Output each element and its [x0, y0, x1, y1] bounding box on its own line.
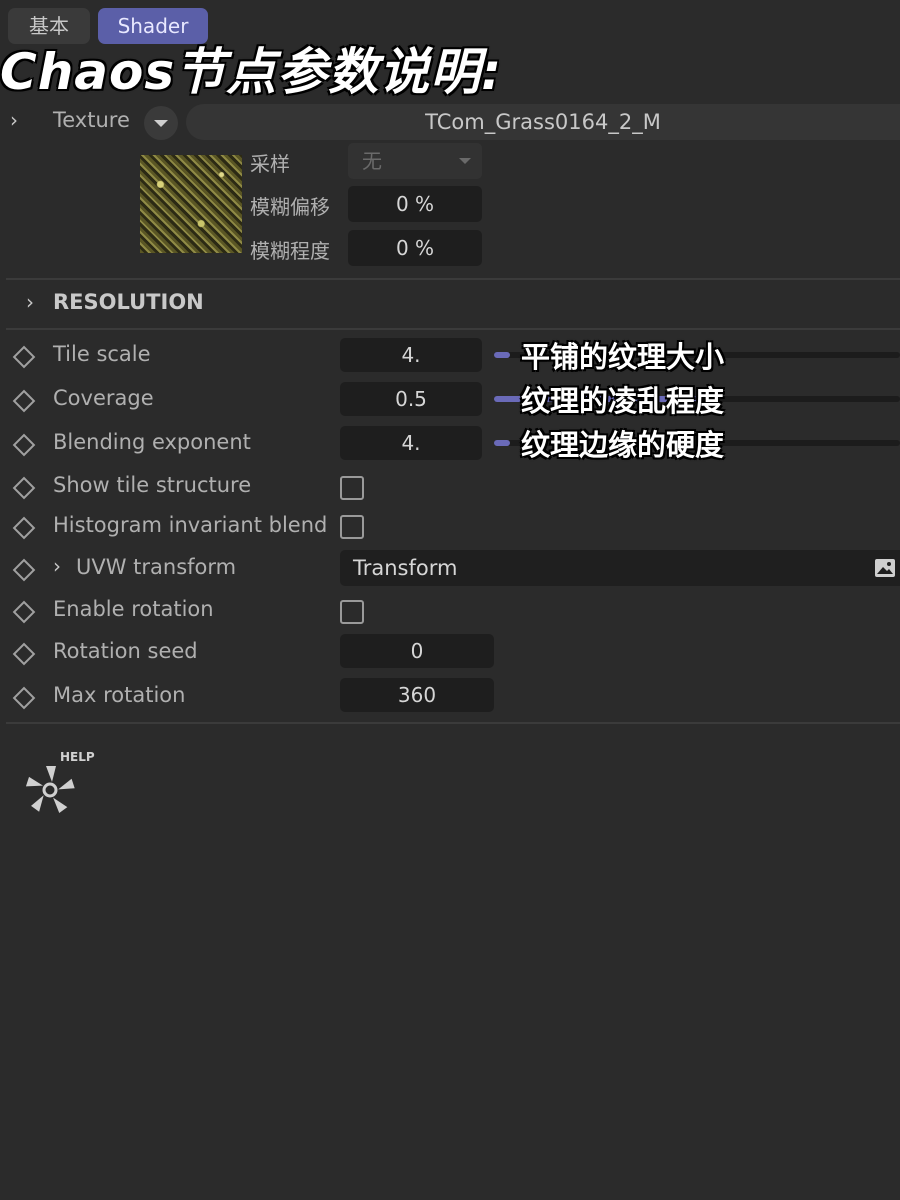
chevron-down-icon: [459, 158, 471, 164]
uvw-transform-label: UVW transform: [76, 555, 237, 579]
rotation-seed-field[interactable]: 0: [340, 634, 494, 668]
blending-exponent-slider-fill: [494, 440, 511, 446]
keyframe-diamond-icon[interactable]: [12, 558, 36, 582]
blur-amount-field[interactable]: 0 %: [348, 230, 482, 266]
sampling-label: 采样: [250, 152, 290, 176]
texture-name-field[interactable]: TCom_Grass0164_2_M: [186, 104, 900, 140]
blur-offset-label: 模糊偏移: [250, 195, 330, 219]
enable-rotation-checkbox[interactable]: [340, 600, 364, 624]
enable-rotation-label: Enable rotation: [53, 597, 214, 621]
help-button[interactable]: HELP: [20, 750, 110, 822]
chevron-down-icon: [154, 120, 168, 127]
resolution-section-label[interactable]: RESOLUTION: [53, 290, 204, 314]
keyframe-diamond-icon[interactable]: [12, 433, 36, 457]
coverage-annotation: 纹理的凌乱程度: [521, 384, 725, 418]
show-tile-structure-checkbox[interactable]: [340, 476, 364, 500]
blur-offset-field[interactable]: 0 %: [348, 186, 482, 222]
texture-dropdown-button[interactable]: [144, 106, 178, 140]
help-label: HELP: [60, 750, 95, 764]
sampling-value: 无: [362, 149, 382, 173]
keyframe-diamond-icon[interactable]: [12, 642, 36, 666]
keyframe-diamond-icon[interactable]: [12, 389, 36, 413]
blending-exponent-annotation: 纹理边缘的硬度: [521, 428, 725, 462]
tile-scale-label: Tile scale: [53, 342, 151, 366]
uvw-transform-value: Transform: [353, 556, 458, 580]
blending-exponent-label: Blending exponent: [53, 430, 251, 454]
octane-logo-icon: [25, 766, 75, 813]
divider: [6, 278, 900, 280]
keyframe-diamond-icon[interactable]: [12, 600, 36, 624]
texture-expand-chevron-icon[interactable]: ›: [10, 108, 18, 132]
overlay-title: Chaos节点参数说明:: [0, 43, 503, 101]
coverage-label: Coverage: [53, 386, 154, 410]
uvw-transform-field[interactable]: Transform: [340, 550, 900, 586]
divider: [6, 722, 900, 724]
keyframe-diamond-icon[interactable]: [12, 516, 36, 540]
show-tile-structure-label: Show tile structure: [53, 473, 252, 497]
tile-scale-annotation: 平铺的纹理大小: [521, 340, 725, 374]
histogram-invariant-blend-label: Histogram invariant blend: [53, 513, 328, 537]
max-rotation-field[interactable]: 360: [340, 678, 494, 712]
blur-amount-label: 模糊程度: [250, 239, 330, 263]
texture-label: Texture: [53, 108, 130, 132]
max-rotation-label: Max rotation: [53, 683, 186, 707]
coverage-field[interactable]: 0.5: [340, 382, 482, 416]
tile-scale-slider-fill: [494, 352, 511, 358]
keyframe-diamond-icon[interactable]: [12, 686, 36, 710]
tile-scale-field[interactable]: 4.: [340, 338, 482, 372]
histogram-invariant-blend-checkbox[interactable]: [340, 515, 364, 539]
rotation-seed-label: Rotation seed: [53, 639, 198, 663]
blending-exponent-field[interactable]: 4.: [340, 426, 482, 460]
image-icon[interactable]: [874, 558, 896, 578]
texture-preview-image: [140, 155, 242, 253]
divider: [6, 328, 900, 330]
uvw-transform-expand-chevron-icon[interactable]: ›: [53, 554, 61, 578]
keyframe-diamond-icon[interactable]: [12, 345, 36, 369]
resolution-expand-chevron-icon[interactable]: ›: [26, 290, 34, 314]
keyframe-diamond-icon[interactable]: [12, 476, 36, 500]
sampling-select[interactable]: 无: [348, 143, 482, 179]
